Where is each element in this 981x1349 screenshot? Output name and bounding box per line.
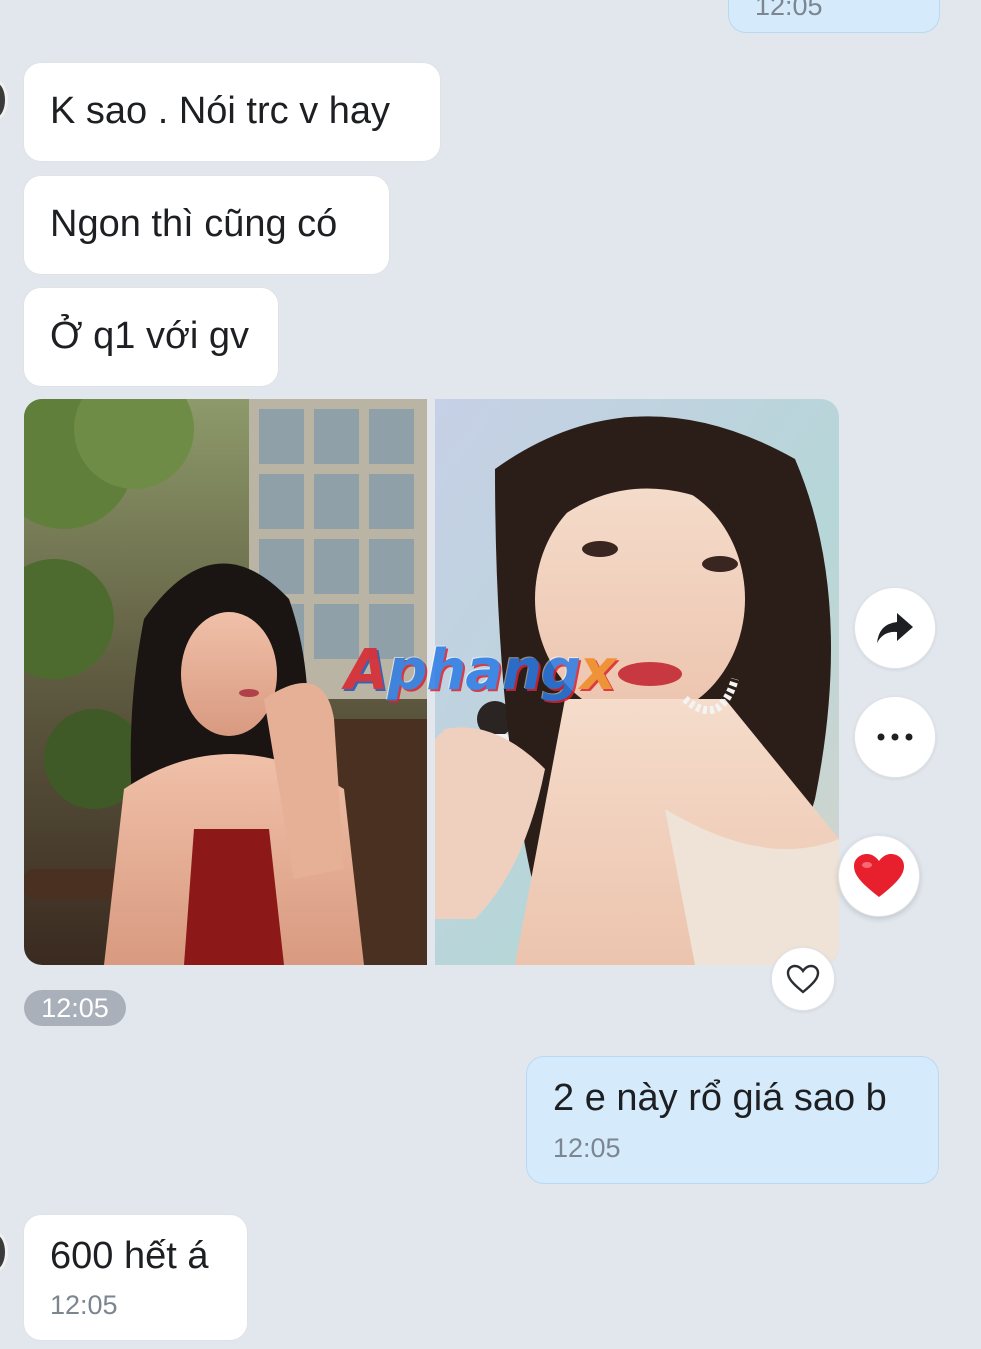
heart-outline-icon [786,964,820,994]
message-text: 2 e này rổ giá sao b [553,1077,887,1119]
received-message-bubble[interactable]: Ở q1 với gv [23,287,279,387]
forward-button[interactable] [854,587,936,669]
message-text: 600 hết á [50,1234,209,1277]
watermark-logo: Aphangx [345,638,616,703]
more-horizontal-icon [877,733,913,741]
received-message-bubble[interactable]: K sao . Nói trc v hay [23,62,441,162]
message-time: 12:05 [755,0,823,21]
red-heart-icon [854,854,904,897]
received-message-bubble[interactable]: 600 hết á 12:05 [23,1214,248,1341]
like-button[interactable] [771,947,835,1011]
photo-time-badge: 12:05 [24,990,126,1026]
received-message-bubble[interactable]: Ngon thì cũng có [23,175,390,275]
more-options-button[interactable] [854,696,936,778]
sent-bubble-top-partial[interactable]: 12:05 [728,0,940,33]
message-text: K sao . Nói trc v hay [50,90,391,133]
sender-avatar[interactable] [0,80,8,120]
sent-message-bubble[interactable]: 2 e này rổ giá sao b 12:05 [526,1056,939,1184]
message-text: Ở q1 với gv [50,315,250,358]
message-text: Ngon thì cũng có [50,203,338,246]
reaction-badge[interactable] [838,835,920,917]
message-time: 12:05 [553,1132,621,1163]
message-time: 12:05 [50,1290,118,1321]
forward-arrow-icon [877,613,913,643]
sender-avatar[interactable] [0,1232,8,1272]
